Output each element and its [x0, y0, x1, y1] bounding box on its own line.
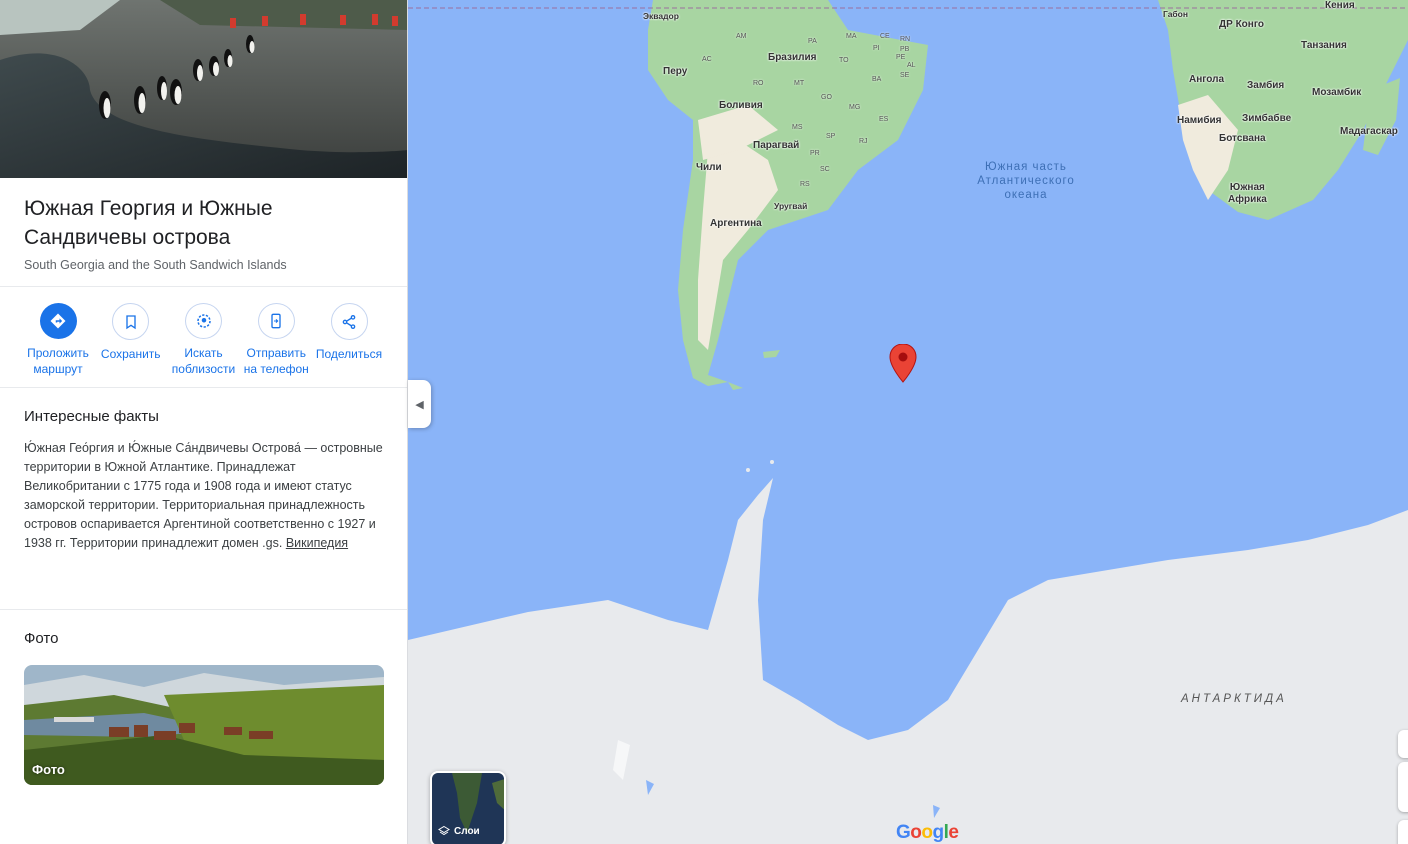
state-label: SP: [826, 133, 836, 140]
state-label: RS: [800, 181, 810, 188]
country-label: Боливия: [719, 100, 763, 111]
country-label: Перу: [663, 66, 688, 77]
photos-section: Фото Фото: [0, 610, 407, 805]
ocean-label: Южная часть Атлантического океана: [977, 161, 1075, 201]
map-shapes: [408, 0, 1408, 844]
maps-app: Южная Георгия и Южные Сандвичевы острова…: [0, 0, 1408, 844]
state-label: RJ: [859, 138, 868, 145]
layers-text: Слои: [454, 825, 480, 837]
facts-title: Интересные факты: [24, 408, 159, 425]
photo-card-label: Фото: [32, 762, 65, 777]
country-label: Парагвай: [753, 140, 800, 151]
wikipedia-link[interactable]: Википедия: [286, 536, 348, 550]
photo-thumbnail: [24, 665, 384, 785]
state-label: TO: [839, 57, 849, 64]
state-label: MT: [794, 80, 805, 87]
send-to-phone-label: Отправить на телефон: [243, 346, 309, 376]
state-label: PA: [808, 38, 817, 45]
zoom-control[interactable]: [1398, 762, 1408, 812]
state-label: BA: [872, 76, 882, 83]
state-label: MA: [846, 33, 857, 40]
layers-button[interactable]: Слои: [430, 771, 506, 844]
state-label: PR: [810, 150, 820, 157]
antarctica-land: [408, 478, 1408, 844]
country-label: Намибия: [1177, 115, 1222, 126]
google-logo: Google: [896, 822, 959, 843]
layers-icon: [438, 825, 450, 836]
directions-label: Проложить маршрут: [27, 346, 89, 376]
antarctica-label: АНТАРКТИДА: [1181, 693, 1287, 705]
directions-button[interactable]: Проложить маршрут: [22, 303, 94, 377]
map-control[interactable]: [1398, 820, 1408, 844]
share-label: Поделиться: [315, 347, 383, 361]
facts-body: Ю́жная Гео́ргия и Ю́жные Са́ндвичевы Ост…: [24, 439, 383, 553]
map-canvas[interactable]: Южная часть Атлантического океана Эквадор …: [408, 0, 1408, 844]
country-label: Эквадор: [643, 11, 679, 21]
state-label: PE: [896, 54, 906, 61]
state-label: RN: [900, 36, 911, 43]
country-label: Ботсвана: [1219, 133, 1266, 144]
hero-photo[interactable]: [0, 0, 407, 178]
directions-icon: [39, 303, 77, 339]
country-label: Южная Африка: [1228, 182, 1267, 205]
state-label: SE: [900, 72, 910, 79]
nearby-label: Искать поблизости: [171, 346, 236, 376]
action-bar: Проложить маршрут Сохранить Искать побли…: [0, 287, 407, 388]
state-label: PI: [873, 45, 880, 52]
state-label: CE: [880, 33, 890, 40]
country-label: Габон: [1163, 9, 1189, 19]
send-to-phone-button[interactable]: Отправить на телефон: [240, 303, 312, 377]
hero-image: [0, 0, 407, 178]
collapse-panel-button[interactable]: ◀: [408, 380, 431, 428]
state-label: AC: [702, 56, 712, 63]
state-label: ES: [879, 116, 889, 123]
country-label: Замбия: [1247, 80, 1285, 91]
country-label: Зимбабве: [1242, 113, 1292, 124]
zoom-control[interactable]: [1398, 730, 1408, 758]
facts-section: Интересные факты Ю́жная Гео́ргия и Ю́жны…: [0, 388, 407, 610]
state-label: RO: [753, 80, 764, 87]
country-label: Бразилия: [768, 52, 817, 63]
country-label: Танзания: [1301, 40, 1347, 51]
country-label: Чили: [696, 162, 722, 173]
state-label: GO: [821, 94, 832, 101]
save-label: Сохранить: [100, 347, 161, 361]
photo-card[interactable]: Фото: [24, 665, 384, 785]
nearby-button[interactable]: Искать поблизости: [168, 303, 240, 377]
state-label: MS: [792, 124, 803, 131]
place-header: Южная Георгия и Южные Сандвичевы острова…: [0, 178, 407, 287]
country-label: Кения: [1325, 0, 1355, 11]
state-label: AM: [736, 33, 747, 40]
country-label: Аргентина: [710, 218, 762, 229]
chevron-left-icon: ◀: [415, 398, 424, 411]
layers-label: Слои: [438, 825, 480, 837]
facts-text: Ю́жная Гео́ргия и Ю́жные Са́ндвичевы Ост…: [24, 441, 383, 550]
country-label: Уругвай: [774, 201, 808, 211]
phone-icon: [257, 303, 295, 339]
place-subtitle: South Georgia and the South Sandwich Isl…: [24, 258, 287, 272]
nearby-icon: [185, 303, 222, 339]
country-label: Мадагаскар: [1340, 126, 1398, 137]
state-label: AL: [907, 62, 916, 69]
save-button[interactable]: Сохранить: [95, 303, 167, 377]
state-label: MG: [849, 104, 861, 111]
share-button[interactable]: Поделиться: [313, 303, 385, 377]
country-label: Мозамбик: [1312, 87, 1362, 98]
place-panel: Южная Георгия и Южные Сандвичевы острова…: [0, 0, 408, 844]
state-label: PB: [900, 46, 910, 53]
country-label: ДР Конго: [1219, 19, 1264, 30]
state-label: SC: [820, 166, 830, 173]
place-title: Южная Георгия и Южные Сандвичевы острова: [24, 197, 273, 249]
share-icon: [330, 303, 368, 340]
photos-title: Фото: [24, 630, 59, 647]
country-label: Ангола: [1189, 74, 1225, 85]
bookmark-icon: [112, 303, 150, 340]
